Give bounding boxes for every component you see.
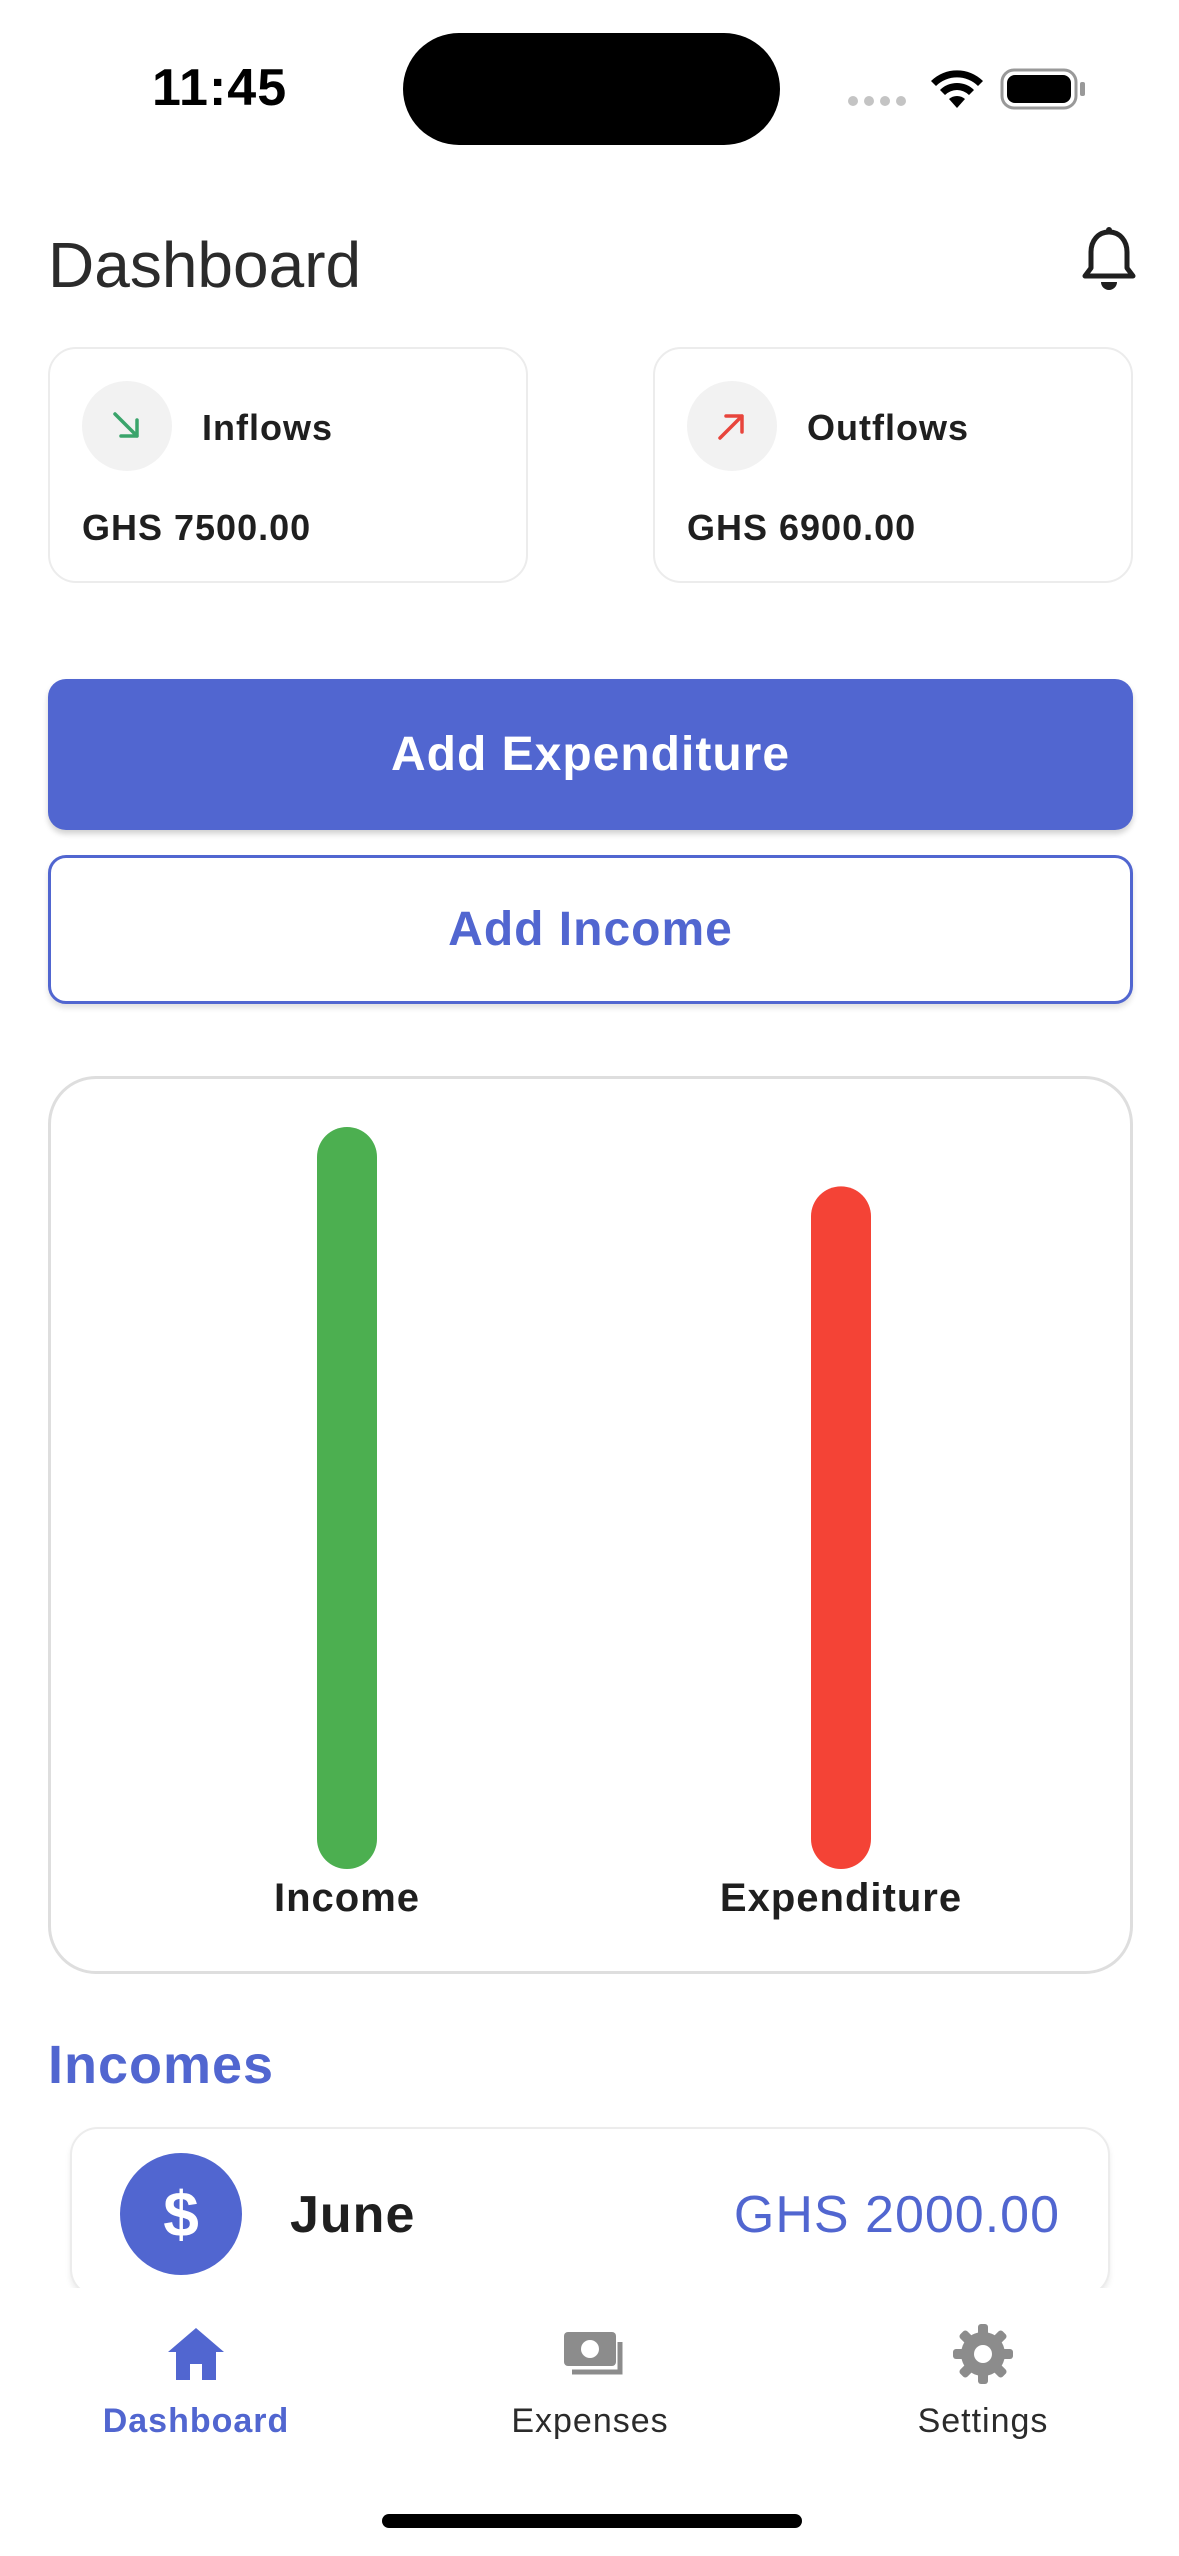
arrow-down-right-icon — [82, 381, 172, 471]
arrow-up-right-icon — [687, 381, 777, 471]
bell-icon[interactable] — [1080, 226, 1138, 294]
battery-icon — [1000, 68, 1085, 110]
outflows-label: Outflows — [807, 407, 969, 448]
inflows-value: GHS 7500.00 — [82, 507, 312, 548]
nav-label-expenses: Expenses — [511, 2402, 669, 2440]
nav-label-settings: Settings — [917, 2402, 1049, 2440]
nav-item-dashboard[interactable]: Dashboard — [66, 2318, 326, 2441]
bar-expenditure — [811, 1186, 871, 1869]
dynamic-island — [403, 33, 780, 145]
inflows-label: Inflows — [202, 407, 333, 448]
status-time: 11:45 — [152, 59, 288, 117]
tick-label-expenditure: Expenditure — [720, 1876, 962, 1920]
outflows-card: Outflows GHS 6900.00 — [653, 347, 1133, 583]
wifi-icon — [931, 70, 983, 108]
income-amount: GHS 2000.00 — [733, 2186, 1060, 2244]
inflows-card: Inflows GHS 7500.00 — [48, 347, 528, 583]
nav-item-expenses[interactable]: Expenses — [460, 2318, 720, 2441]
income-name: June — [290, 2186, 416, 2244]
outflows-value: GHS 6900.00 — [687, 507, 917, 548]
cellular-signal-icon — [848, 96, 906, 106]
dollar-icon: $ — [120, 2153, 242, 2275]
bar-chart: Income Expenditure — [274, 1127, 962, 1920]
income-expenditure-chart: Income Expenditure — [48, 1076, 1133, 1974]
bar-income — [317, 1127, 377, 1869]
add-income-button[interactable]: Add Income — [48, 855, 1133, 1004]
incomes-title: Incomes — [48, 2035, 275, 2095]
nav-item-settings[interactable]: Settings — [853, 2318, 1113, 2441]
page-title: Dashboard — [48, 229, 362, 301]
income-list-item[interactable]: $ June GHS 2000.00 — [70, 2127, 1110, 2297]
home-indicator — [382, 2514, 802, 2528]
nav-label-dashboard: Dashboard — [102, 2402, 290, 2440]
cash-icon — [564, 2332, 623, 2375]
tick-label-income: Income — [274, 1876, 420, 1920]
add-expenditure-button[interactable]: Add Expenditure — [48, 679, 1133, 830]
gear-icon — [953, 2324, 1013, 2384]
home-icon — [168, 2328, 224, 2380]
